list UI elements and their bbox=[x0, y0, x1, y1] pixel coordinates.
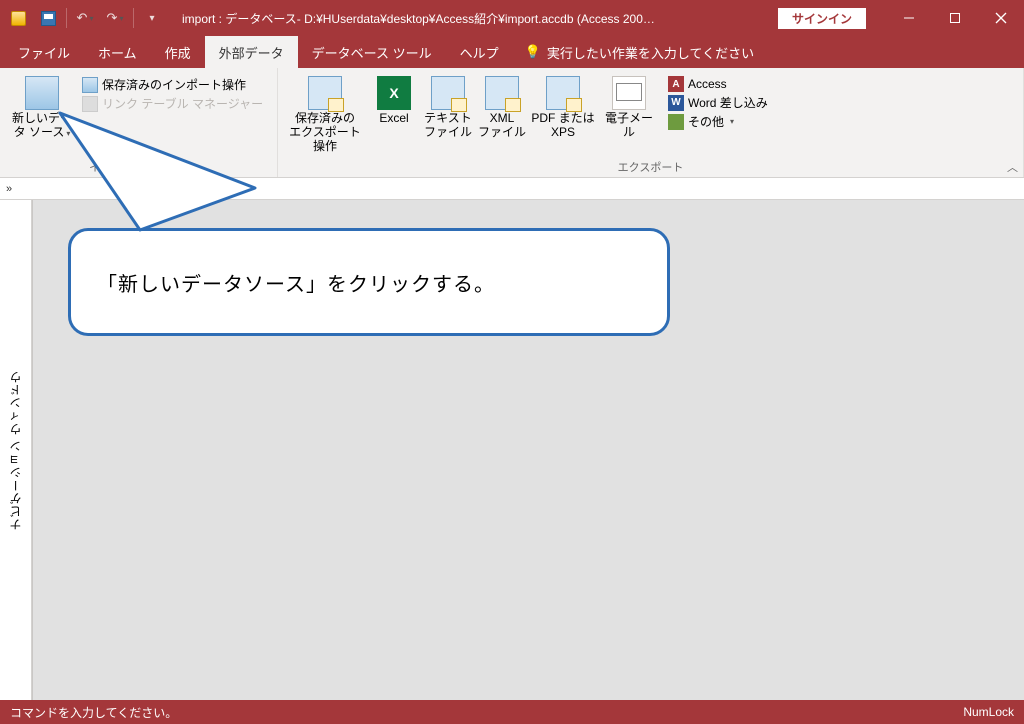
tab-create[interactable]: 作成 bbox=[151, 36, 205, 68]
export-excel-button[interactable]: X Excel bbox=[370, 72, 418, 126]
data-source-icon bbox=[25, 76, 59, 110]
export-excel-label: Excel bbox=[379, 112, 408, 126]
group-export-label: エクスポート bbox=[278, 159, 1023, 177]
export-other-label: その他 bbox=[688, 113, 724, 130]
export-xml-button[interactable]: XML ファイル bbox=[478, 72, 526, 140]
text-file-icon bbox=[431, 76, 465, 110]
export-access-button[interactable]: A Access bbox=[668, 76, 768, 92]
export-text-button[interactable]: テキスト ファイル bbox=[422, 72, 474, 140]
export-xml-label: XML ファイル bbox=[478, 112, 526, 140]
close-icon bbox=[995, 12, 1007, 24]
status-bar: コマンドを入力してください。 NumLock bbox=[0, 700, 1024, 724]
save-icon bbox=[41, 11, 56, 26]
tab-home[interactable]: ホーム bbox=[84, 36, 151, 68]
group-export: 保存済みの エクスポート操作 X Excel テキスト ファイル XML ファイ… bbox=[278, 68, 1024, 177]
quick-access-toolbar: ↶▾ ↷▾ ▾ bbox=[0, 6, 170, 30]
maximize-button[interactable] bbox=[932, 0, 978, 36]
access-icon: A bbox=[668, 76, 684, 92]
expand-panel-button[interactable]: » bbox=[2, 183, 16, 195]
export-word-label: Word 差し込み bbox=[688, 94, 768, 111]
callout-box: 「新しいデータソース」をクリックする。 bbox=[68, 228, 670, 336]
navigation-pane[interactable]: ナビゲーション ウィンドウ bbox=[0, 200, 32, 700]
ribbon-tabs: ファイル ホーム 作成 外部データ データベース ツール ヘルプ 💡 実行したい… bbox=[0, 36, 1024, 68]
export-icon bbox=[308, 76, 342, 110]
saved-imports-label: 保存済みのインポート操作 bbox=[102, 76, 246, 93]
tab-database-tools[interactable]: データベース ツール bbox=[298, 36, 446, 68]
tell-me-search[interactable]: 💡 実行したい作業を入力してください bbox=[513, 36, 766, 68]
mail-icon bbox=[612, 76, 646, 110]
chevron-down-icon: ▾ bbox=[119, 14, 123, 23]
word-icon: W bbox=[668, 95, 684, 111]
undo-button[interactable]: ↶▾ bbox=[73, 6, 97, 30]
pdf-icon bbox=[546, 76, 580, 110]
minimize-icon bbox=[903, 12, 915, 24]
separator bbox=[133, 8, 134, 28]
window-title: import : データベース- D:¥HUserdata¥desktop¥Ac… bbox=[170, 10, 778, 27]
export-email-label: 電子メール bbox=[600, 112, 658, 140]
collapse-ribbon-button[interactable]: ︿ bbox=[1007, 159, 1018, 175]
export-access-label: Access bbox=[688, 77, 727, 91]
redo-button[interactable]: ↷▾ bbox=[103, 6, 127, 30]
qat-customize[interactable]: ▾ bbox=[140, 6, 164, 30]
import-icon bbox=[82, 77, 98, 93]
export-email-button[interactable]: 電子メール bbox=[600, 72, 658, 140]
callout-annotation: 「新しいデータソース」をクリックする。 bbox=[68, 228, 670, 336]
close-button[interactable] bbox=[978, 0, 1024, 36]
chevron-down-icon: ▾ bbox=[730, 117, 734, 126]
saved-exports-button[interactable]: 保存済みの エクスポート操作 bbox=[284, 72, 366, 153]
status-left: コマンドを入力してください。 bbox=[10, 704, 177, 721]
excel-icon: X bbox=[377, 76, 411, 110]
other-icon bbox=[668, 114, 684, 130]
separator bbox=[66, 8, 67, 28]
chevron-down-icon: ▾ bbox=[89, 14, 93, 23]
title-bar: ↶▾ ↷▾ ▾ import : データベース- D:¥HUserdata¥de… bbox=[0, 0, 1024, 36]
callout-text: 「新しいデータソース」をクリックする。 bbox=[97, 268, 495, 297]
save-button[interactable] bbox=[36, 6, 60, 30]
tab-help[interactable]: ヘルプ bbox=[446, 36, 513, 68]
lightbulb-icon: 💡 bbox=[525, 44, 541, 60]
tab-external-data[interactable]: 外部データ bbox=[205, 36, 298, 68]
saved-imports-button[interactable]: 保存済みのインポート操作 bbox=[82, 76, 263, 93]
app-icon[interactable] bbox=[6, 6, 30, 30]
minimize-button[interactable] bbox=[886, 0, 932, 36]
export-pdf-button[interactable]: PDF または XPS bbox=[530, 72, 596, 140]
callout-pointer-icon bbox=[50, 108, 270, 238]
sign-in-button[interactable]: サインイン bbox=[778, 8, 866, 29]
export-pdf-label: PDF または XPS bbox=[531, 112, 594, 140]
maximize-icon bbox=[949, 12, 961, 24]
chevron-up-icon: ︿ bbox=[1007, 162, 1018, 174]
saved-exports-label: 保存済みの エクスポート操作 bbox=[284, 112, 366, 153]
tell-me-placeholder: 実行したい作業を入力してください bbox=[547, 43, 754, 62]
status-numlock: NumLock bbox=[963, 705, 1014, 719]
chevron-down-icon: ▾ bbox=[149, 13, 154, 24]
window-controls bbox=[886, 0, 1024, 36]
export-other-button[interactable]: その他 ▾ bbox=[668, 113, 768, 130]
export-text-label: テキスト ファイル bbox=[424, 112, 472, 140]
xml-file-icon bbox=[485, 76, 519, 110]
export-word-merge-button[interactable]: W Word 差し込み bbox=[668, 94, 768, 111]
navigation-pane-label: ナビゲーション ウィンドウ bbox=[7, 370, 24, 530]
tab-file[interactable]: ファイル bbox=[4, 36, 84, 68]
